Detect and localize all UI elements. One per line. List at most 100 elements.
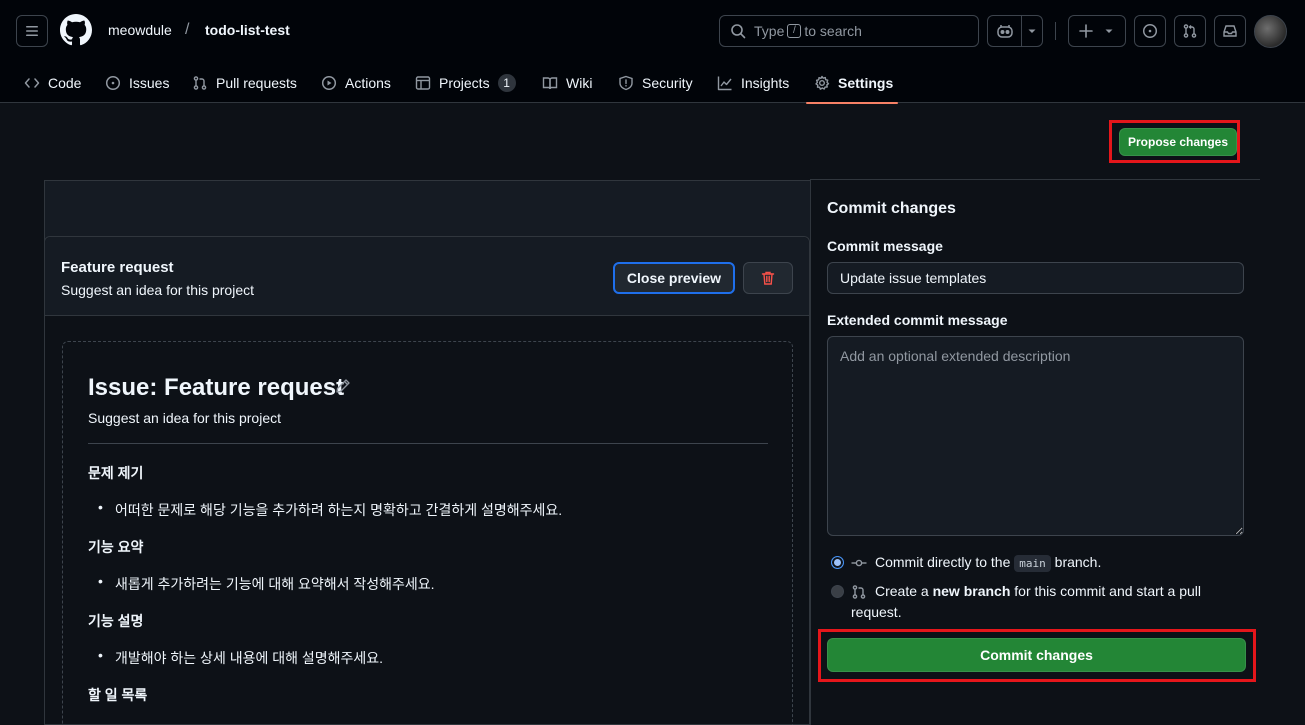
projects-count-badge: 1	[497, 73, 516, 92]
tab-label: Issues	[129, 74, 170, 91]
commit-direct-radio[interactable]	[831, 556, 844, 569]
option-text: Create a	[875, 583, 929, 599]
issue-opened-icon	[105, 75, 121, 90]
list-item: 개발해야 하는 상세 내용에 대해 설명해주세요.	[98, 647, 383, 668]
section-heading: 기능 설명	[88, 613, 144, 629]
commit-changes-highlight: Commit changes	[818, 629, 1256, 682]
book-icon	[542, 76, 558, 89]
issues-button[interactable]	[1134, 15, 1166, 47]
list-item: 새롭게 추가하려는 기능에 대해 요약해서 작성해주세요.	[98, 573, 435, 594]
pencil-icon[interactable]	[335, 378, 351, 394]
tab-label: Pull requests	[216, 74, 297, 91]
git-commit-icon	[851, 559, 867, 567]
issue-form-preview: Issue: Feature request Suggest an idea f…	[62, 341, 793, 725]
search-shortcut-key: /	[787, 24, 802, 38]
code-icon	[24, 77, 40, 88]
header-divider	[1055, 22, 1056, 40]
content-top-border	[810, 179, 1260, 180]
tab-code[interactable]: Code	[24, 62, 81, 103]
tab-label: Security	[642, 74, 693, 91]
tab-label: Settings	[838, 74, 894, 91]
list-item-text: 어떠한 문제로 해당 기능을 추가하려 하는지 명확하고 간결하게 설명해주세요…	[115, 502, 563, 518]
close-preview-button[interactable]: Close preview	[613, 262, 735, 294]
chevron-down-icon[interactable]	[1026, 25, 1038, 37]
git-pull-request-icon	[1183, 24, 1197, 38]
branch-name-code: main	[1014, 555, 1051, 572]
table-icon	[415, 75, 431, 90]
tab-label: Wiki	[566, 74, 593, 91]
new-branch-option: Create a new branch for this commit and …	[875, 583, 1201, 599]
column-divider	[810, 180, 811, 725]
create-new-button[interactable]	[1068, 15, 1126, 47]
search-input[interactable]: Type / to search	[719, 15, 979, 47]
menu-button[interactable]	[16, 15, 48, 47]
tab-actions[interactable]: Actions	[321, 62, 391, 103]
copilot-icon	[997, 25, 1013, 38]
tab-insights[interactable]: Insights	[717, 62, 789, 103]
play-icon	[321, 75, 337, 90]
commit-message-input[interactable]	[827, 262, 1244, 294]
user-avatar[interactable]	[1254, 15, 1287, 48]
tab-settings[interactable]: Settings	[806, 62, 898, 104]
commit-direct-option: Commit directly to the main branch.	[875, 554, 1102, 572]
new-branch-option-line2: request.	[851, 604, 902, 620]
github-logo-icon[interactable]	[60, 14, 92, 46]
search-placeholder-pre: Type	[754, 23, 785, 39]
commit-panel-title: Commit changes	[827, 200, 956, 217]
new-branch-radio[interactable]	[831, 585, 844, 598]
trash-icon	[761, 271, 775, 285]
graph-icon	[717, 76, 732, 90]
option-text: for this commit and start a pull	[1014, 583, 1202, 599]
tab-label: Code	[48, 74, 82, 91]
issue-subtitle: Suggest an idea for this project	[88, 410, 282, 426]
propose-changes-highlight: Propose changes	[1109, 120, 1240, 163]
list-item-text: 새롭게 추가하려는 기능에 대해 요약해서 작성해주세요.	[115, 576, 435, 592]
issue-title: Issue: Feature request	[88, 374, 345, 401]
template-card-header: Feature request Suggest an idea for this…	[45, 237, 809, 316]
commit-changes-button[interactable]: Commit changes	[827, 638, 1246, 672]
repo-nav-tabs: Code Issues Pull requests Actions Projec…	[0, 62, 1305, 104]
gear-icon	[815, 75, 830, 90]
issue-opened-icon	[1142, 23, 1158, 39]
tab-security[interactable]: Security	[618, 62, 693, 103]
extended-message-textarea[interactable]	[827, 336, 1244, 536]
option-text-bold: new branch	[932, 583, 1011, 599]
shield-icon	[619, 75, 633, 90]
repo-separator: /	[185, 21, 190, 38]
tab-pull-requests[interactable]: Pull requests	[192, 62, 297, 103]
repo-owner-link[interactable]: meowdule	[108, 22, 172, 38]
git-pull-request-icon	[852, 585, 866, 599]
git-pull-request-icon	[193, 75, 207, 90]
delete-template-button[interactable]	[743, 262, 793, 294]
template-title: Feature request	[61, 259, 174, 276]
copilot-button[interactable]	[987, 15, 1043, 47]
option-text: Commit directly to the	[875, 554, 1011, 570]
propose-changes-button[interactable]: Propose changes	[1119, 128, 1237, 156]
list-item: 어떠한 문제로 해당 기능을 추가하려 하는지 명확하고 간결하게 설명해주세요…	[98, 499, 563, 520]
plus-icon	[1079, 24, 1093, 38]
copilot-divider	[1021, 16, 1022, 46]
section-heading: 문제 제기	[88, 465, 144, 481]
extended-message-label: Extended commit message	[827, 312, 1008, 328]
inbox-button[interactable]	[1214, 15, 1246, 47]
app-header: meowdule / todo-list-test Type / to sear…	[0, 0, 1305, 104]
tab-projects[interactable]: Projects 1	[415, 62, 516, 103]
tab-label: Insights	[741, 74, 790, 91]
section-heading: 기능 요약	[88, 539, 144, 555]
template-description: Suggest an idea for this project	[61, 282, 255, 298]
commit-message-label: Commit message	[827, 238, 943, 254]
section-heading: 할 일 목록	[88, 687, 148, 703]
hamburger-icon	[26, 26, 38, 36]
repo-name-link[interactable]: todo-list-test	[205, 22, 290, 38]
search-icon	[731, 24, 746, 39]
tab-label: Actions	[345, 74, 391, 91]
option-text: branch.	[1054, 554, 1102, 570]
tab-wiki[interactable]: Wiki	[542, 62, 592, 103]
tab-label: Projects	[439, 74, 490, 91]
pull-requests-button[interactable]	[1174, 15, 1206, 47]
tab-issues[interactable]: Issues	[105, 62, 169, 103]
template-preview-card: Feature request Suggest an idea for this…	[44, 236, 810, 725]
search-placeholder-post: to search	[804, 23, 862, 39]
issue-divider	[88, 443, 768, 444]
inbox-icon	[1223, 25, 1237, 37]
